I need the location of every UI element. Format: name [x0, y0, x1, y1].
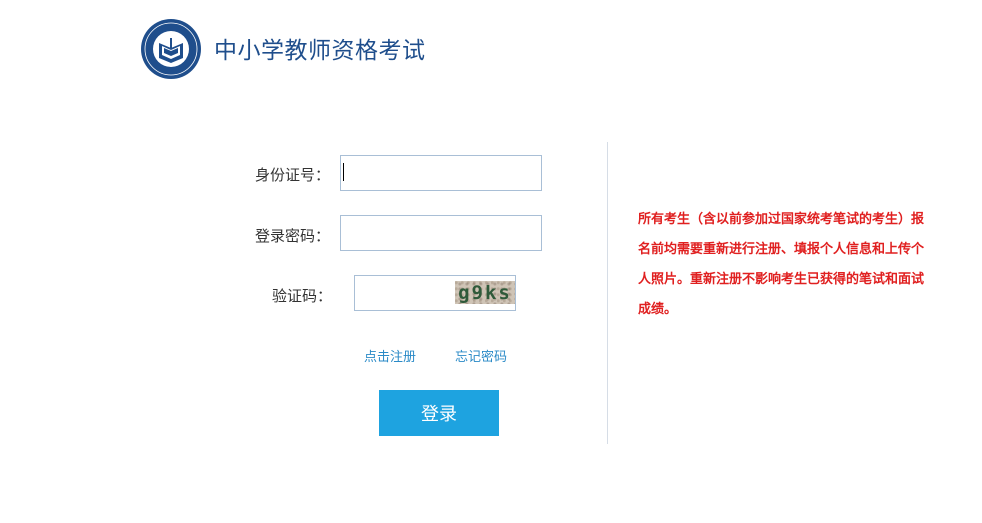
password-label: 登录密码： — [255, 227, 331, 245]
text-cursor — [343, 163, 344, 181]
login-button[interactable]: 登录 — [379, 390, 499, 436]
id-number-label: 身份证号： — [255, 166, 331, 184]
captcha-image[interactable]: g9ks — [455, 281, 515, 304]
register-link[interactable]: 点击注册 — [364, 346, 416, 365]
password-input[interactable] — [340, 215, 542, 251]
captcha-label: 验证码： — [272, 287, 333, 305]
captcha-text: g9ks — [458, 281, 512, 304]
registration-notice: 所有考生（含以前参加过国家统考笔试的考生）报名前均需要重新进行注册、填报个人信息… — [638, 212, 925, 317]
forgot-password-link[interactable]: 忘记密码 — [455, 346, 507, 365]
site-title: 中小学教师资格考试 — [214, 38, 426, 64]
id-number-input[interactable] — [340, 155, 542, 191]
vertical-divider — [607, 142, 608, 444]
site-logo — [141, 19, 201, 79]
